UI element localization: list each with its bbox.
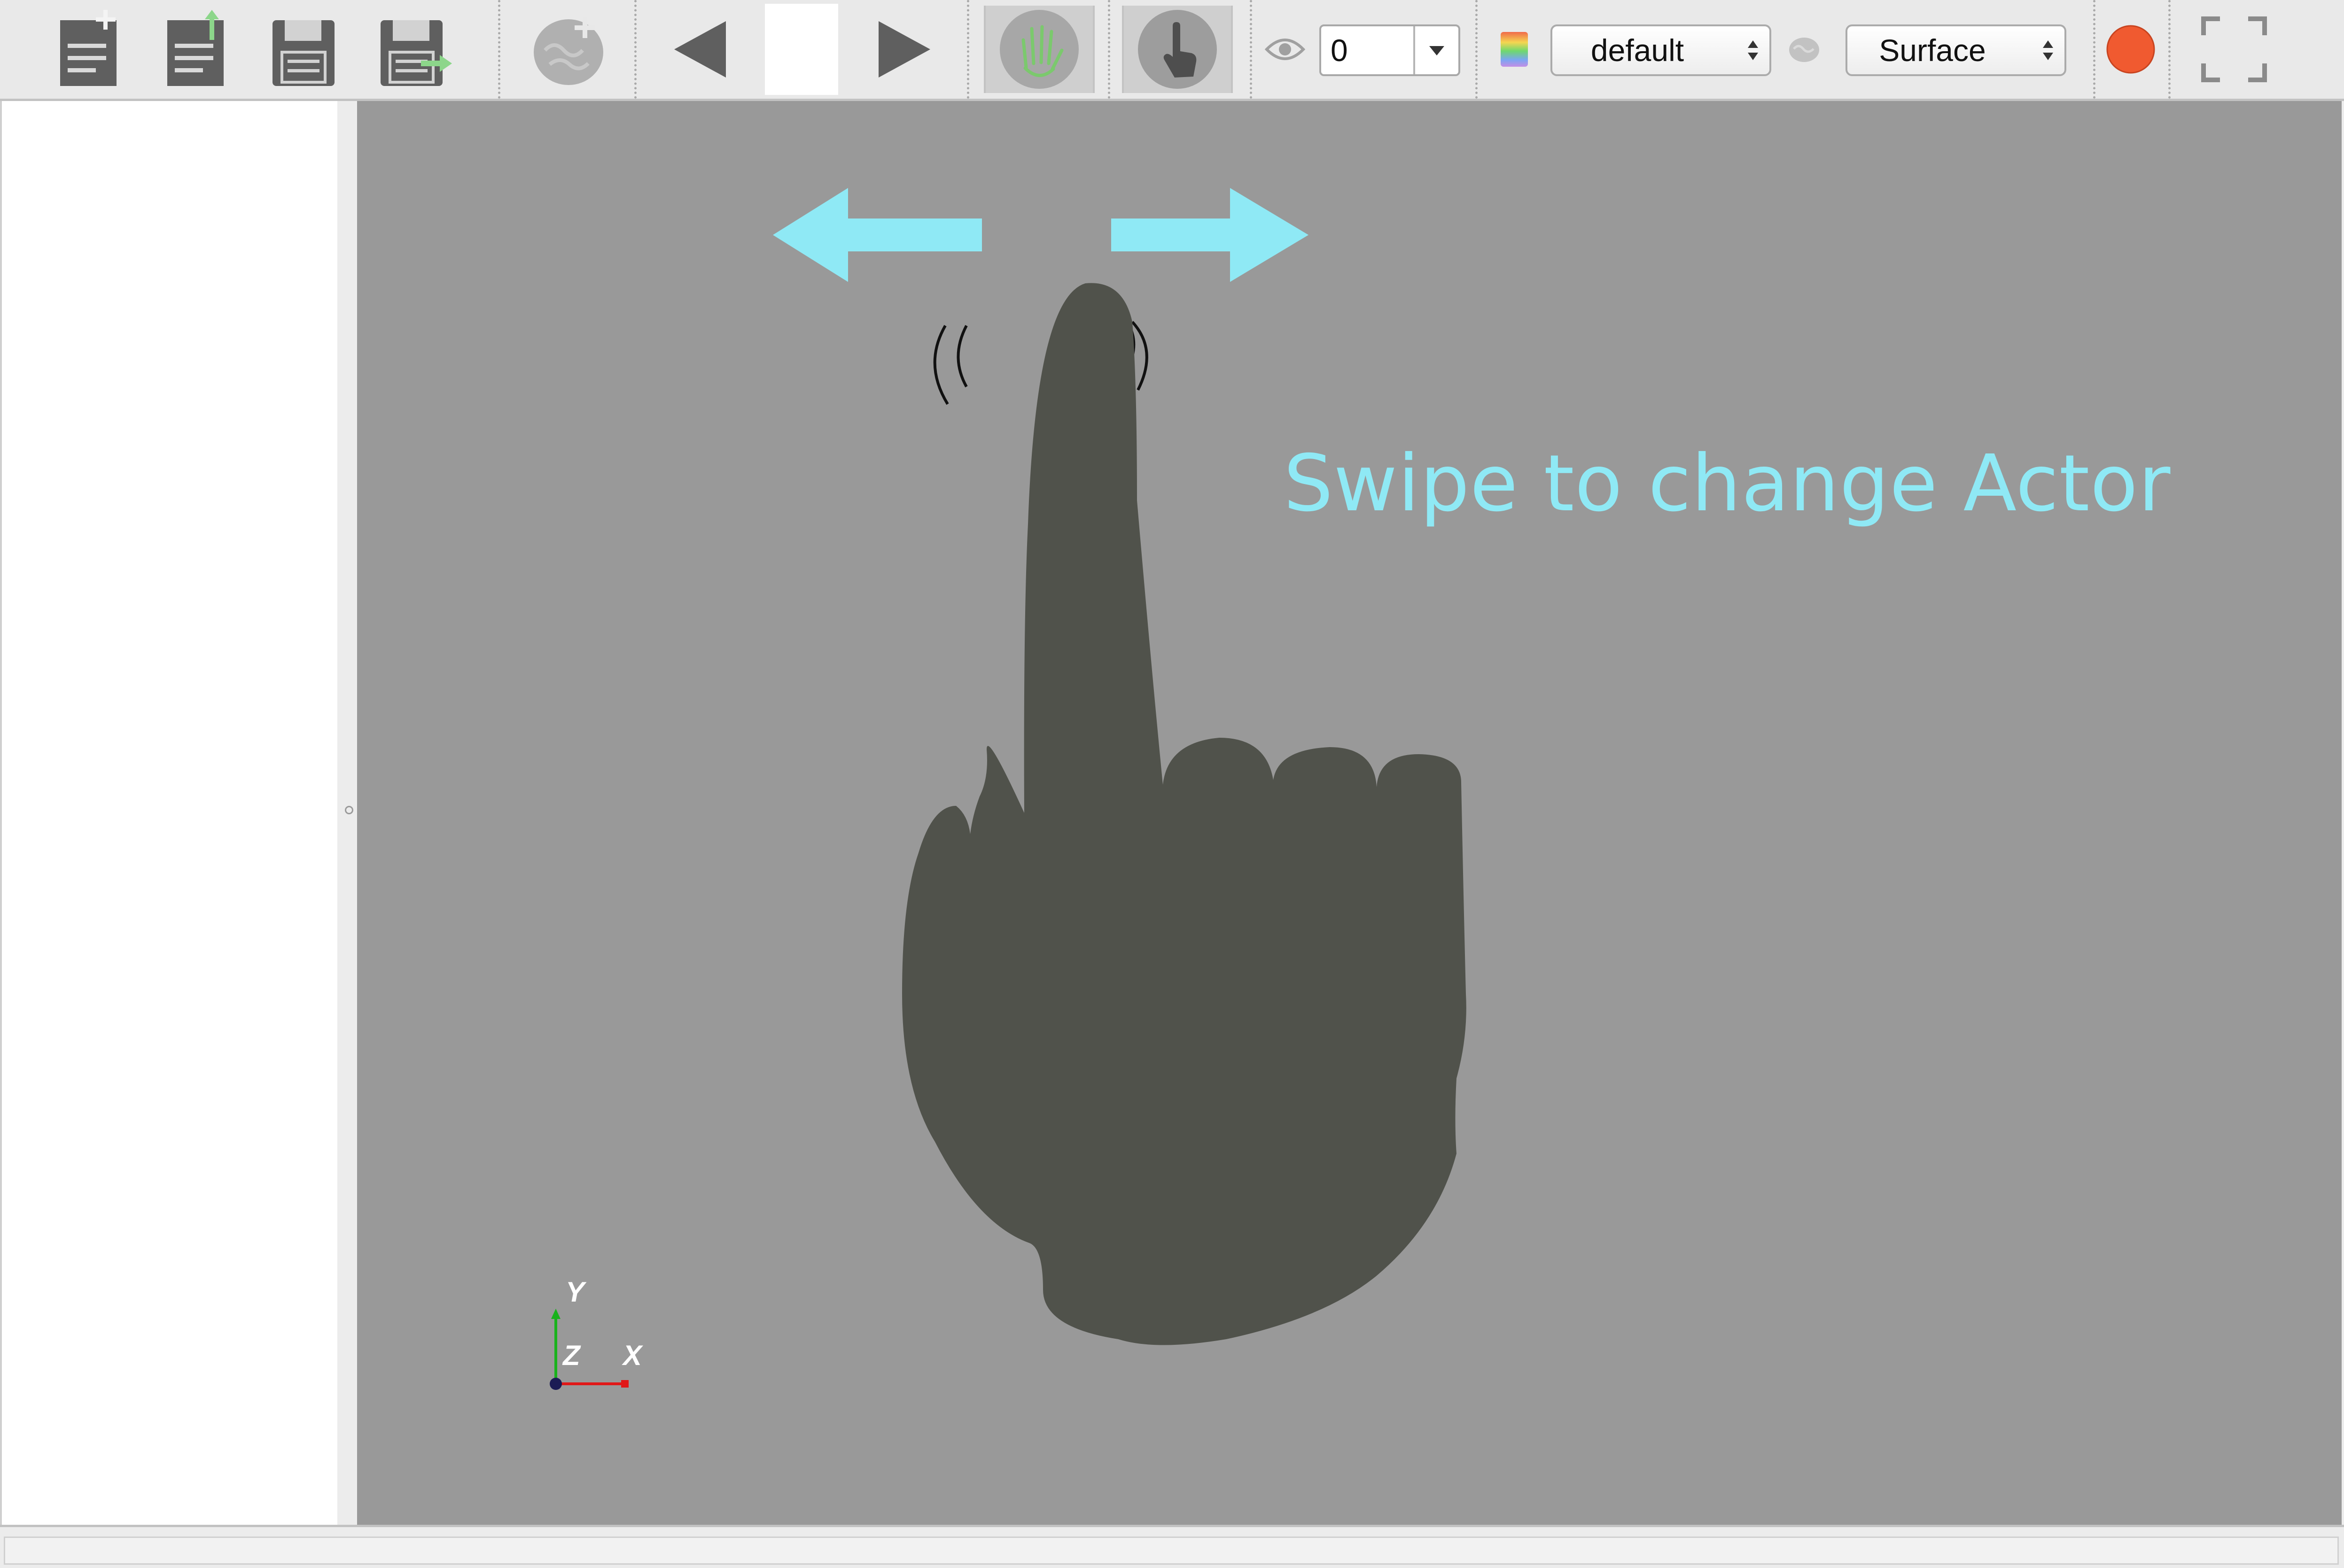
- gesture-illustration: [550, 188, 1466, 1390]
- save-as-icon: [381, 20, 452, 86]
- touch-button[interactable]: [1122, 6, 1233, 93]
- brain-icon: [1789, 38, 1819, 62]
- left-side-panel: [0, 101, 337, 1525]
- swipe-right-arrow-icon: [1111, 188, 1308, 282]
- panel-splitter-handle[interactable]: [337, 101, 357, 1525]
- toolbar-separator: [498, 0, 500, 99]
- toolbar-separator: [1250, 0, 1252, 99]
- orientation-axes: [550, 1309, 629, 1390]
- next-button[interactable]: [862, 6, 942, 93]
- axis-label-z: Z: [563, 1340, 580, 1371]
- updown-arrows-icon: [1737, 39, 1769, 62]
- status-bar: [0, 1525, 2344, 1568]
- fullscreen-button[interactable]: [2199, 6, 2269, 93]
- save-icon: [273, 20, 335, 86]
- status-message-area: [4, 1537, 2339, 1565]
- toolbar-separator: [967, 0, 969, 99]
- visibility-toggle[interactable]: [1264, 6, 1306, 93]
- load-file-icon: [167, 10, 224, 86]
- add-brain-icon: [534, 17, 603, 85]
- toolbar-separator: [1475, 0, 1478, 99]
- save-button[interactable]: [266, 6, 341, 93]
- add-brain-button[interactable]: [526, 6, 611, 93]
- toolbar-separator: [634, 0, 637, 99]
- updown-arrows-icon: [2032, 39, 2064, 62]
- previous-button[interactable]: [662, 6, 742, 93]
- hand-tracking-icon: [1000, 10, 1079, 89]
- chevron-down-icon: [1429, 46, 1444, 55]
- save-as-button[interactable]: [374, 6, 454, 93]
- colormap-icon: [1501, 32, 1528, 67]
- load-file-button[interactable]: [159, 6, 234, 93]
- visibility-value[interactable]: 0: [1321, 32, 1413, 68]
- colormap-selected-value: default: [1590, 33, 1684, 68]
- touch-icon: [1138, 10, 1217, 89]
- record-button[interactable]: [2105, 6, 2157, 93]
- render-mode-selected-value: Surface: [1879, 33, 1986, 68]
- render-mode-select[interactable]: Surface: [1846, 24, 2066, 76]
- colormap-icon-container: [1494, 6, 1534, 93]
- splitter-grip-icon: [345, 806, 353, 814]
- previous-icon: [674, 21, 726, 78]
- axis-label-x: X: [623, 1340, 642, 1371]
- eye-icon: [1264, 39, 1306, 60]
- gesture-instruction-text: Swipe to change Actor: [1284, 438, 2171, 529]
- toolbar-separator: [2093, 0, 2095, 99]
- colormap-select[interactable]: default: [1550, 24, 1771, 76]
- new-file-icon: [60, 10, 117, 86]
- render-mode-icon-container: [1785, 6, 1823, 93]
- fullscreen-icon: [2201, 16, 2267, 82]
- toolbar-separator: [2168, 0, 2171, 99]
- swipe-left-arrow-icon: [773, 188, 982, 282]
- main-toolbar: 0 default Surface: [0, 0, 2344, 101]
- next-icon: [879, 21, 930, 78]
- visibility-value-spinner[interactable]: 0: [1319, 24, 1460, 76]
- new-file-button[interactable]: [52, 6, 127, 93]
- frame-display: [765, 4, 838, 95]
- toolbar-separator: [1108, 0, 1110, 99]
- render-viewport[interactable]: Y Z X Swipe to change Actor: [357, 101, 2342, 1525]
- spinner-dropdown-button[interactable]: [1413, 26, 1458, 74]
- record-icon: [2106, 25, 2155, 74]
- axis-label-y: Y: [566, 1276, 585, 1308]
- app-window: 0 default Surface Y Z X Swipe to change …: [0, 0, 2344, 1568]
- hand-tracking-button[interactable]: [984, 6, 1095, 93]
